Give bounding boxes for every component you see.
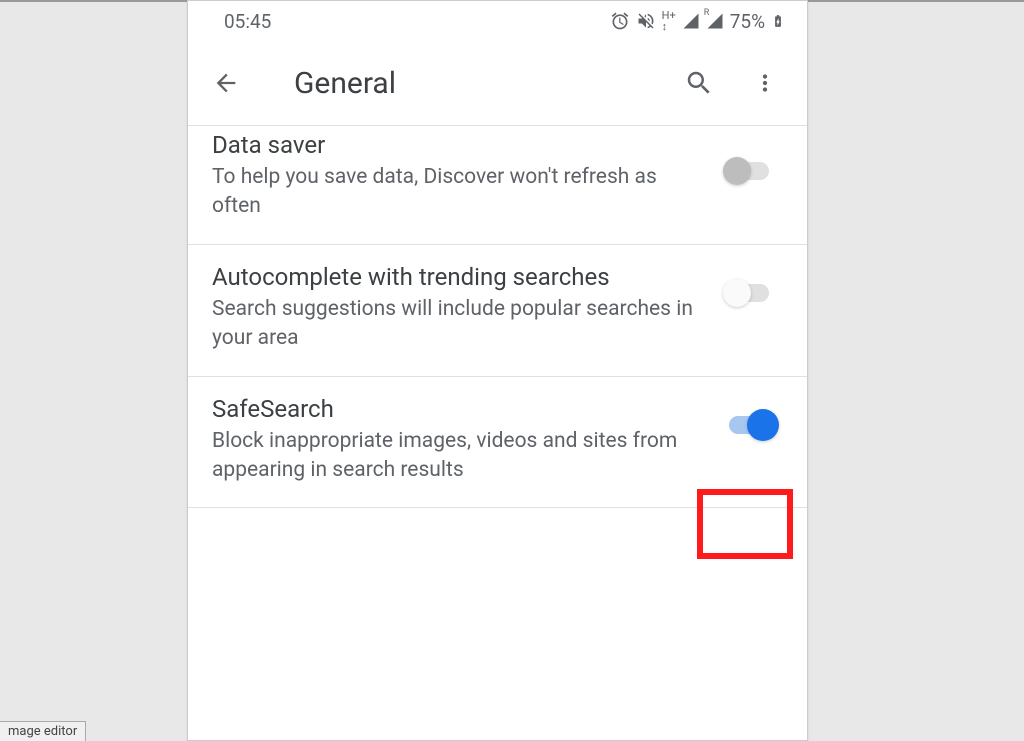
- setting-title: Data saver: [212, 131, 703, 159]
- more-button[interactable]: [741, 59, 789, 107]
- status-time: 05:45: [224, 10, 271, 33]
- signal-icon: [682, 12, 700, 30]
- battery-charging-icon: [771, 11, 785, 31]
- setting-description: Search suggestions will include popular …: [212, 295, 703, 354]
- more-vert-icon: [752, 70, 778, 96]
- annotation-highlight: [697, 489, 793, 559]
- phone-frame: 05:45 H+↕ R 75% General: [187, 0, 808, 741]
- toggle-data-saver[interactable]: [723, 157, 775, 185]
- app-bar: General: [188, 41, 807, 126]
- page-title: General: [264, 66, 657, 101]
- arrow-left-icon: [212, 69, 240, 97]
- mute-icon: [636, 11, 656, 31]
- setting-description: Block inappropriate images, videos and s…: [212, 427, 703, 486]
- battery-percent: 75%: [730, 10, 765, 33]
- setting-description: To help you save data, Discover won't re…: [212, 163, 703, 222]
- toggle-safesearch[interactable]: [723, 411, 775, 439]
- back-button[interactable]: [206, 63, 246, 103]
- network-icon: H+↕: [662, 10, 676, 32]
- editor-tab-label: mage editor: [0, 721, 86, 741]
- alarm-icon: [610, 11, 630, 31]
- setting-data-saver[interactable]: Data saver To help you save data, Discov…: [188, 141, 807, 245]
- status-bar: 05:45 H+↕ R 75%: [188, 1, 807, 41]
- status-indicators: H+↕ R 75%: [610, 10, 785, 33]
- setting-title: Autocomplete with trending searches: [212, 263, 703, 291]
- setting-autocomplete[interactable]: Autocomplete with trending searches Sear…: [188, 245, 807, 377]
- search-icon: [684, 68, 714, 98]
- toggle-autocomplete[interactable]: [723, 279, 775, 307]
- signal-roaming-icon: R: [706, 12, 724, 30]
- settings-list: Data saver To help you save data, Discov…: [188, 126, 807, 508]
- search-button[interactable]: [675, 59, 723, 107]
- setting-title: SafeSearch: [212, 395, 703, 423]
